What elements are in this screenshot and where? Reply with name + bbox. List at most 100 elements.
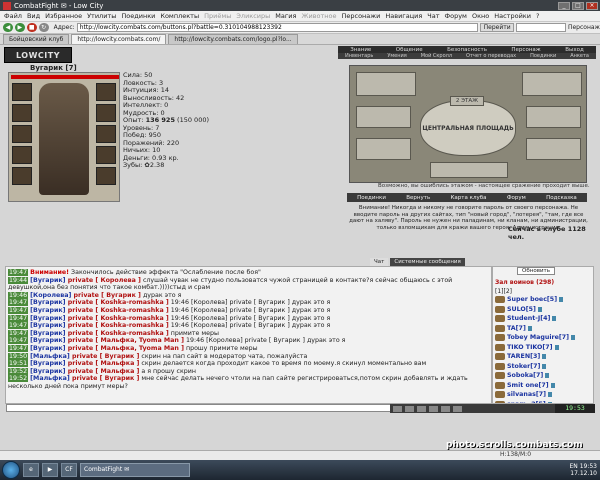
browser-tab[interactable]: http://lowcity.combats.com/logo.pl?lo...	[168, 34, 298, 44]
boots-slot[interactable]	[96, 167, 116, 185]
map-button[interactable]: Карта клуба	[451, 195, 487, 201]
menu-item[interactable]: Форум	[445, 12, 467, 20]
subnav-item[interactable]: Инвентарь	[345, 53, 373, 59]
combat-icon[interactable]: CF	[61, 463, 77, 477]
chat-private-target[interactable]: private [ Королева ]	[66, 277, 141, 284]
user-info-icon[interactable]	[552, 316, 557, 322]
chat-nick[interactable]: [Вугарик]	[30, 368, 65, 375]
user-name[interactable]: Super boec[5]	[507, 296, 557, 303]
map-button[interactable]: Форум	[507, 195, 526, 201]
menu-item[interactable]: Избранное	[45, 12, 82, 20]
chat-private-target[interactable]: private [ Koshka-romashka ]	[66, 322, 169, 329]
refresh-chat-icon[interactable]	[453, 405, 462, 412]
menu-item[interactable]: Окно	[472, 12, 489, 20]
map-floor-2[interactable]: 2 ЭТАЖ	[450, 96, 484, 106]
topnav-item[interactable]: Знание	[350, 47, 371, 53]
chat-input[interactable]	[6, 404, 406, 412]
chat-private-target[interactable]: private [ Мальфка ]	[66, 360, 140, 367]
clear-icon[interactable]	[429, 405, 438, 412]
send-icon[interactable]	[441, 405, 450, 412]
chat-private-target[interactable]: private [ Мальфка, Tyoma Man ]	[66, 345, 184, 352]
smile-icon[interactable]	[393, 405, 402, 412]
menu-item[interactable]: Поединки	[121, 12, 155, 20]
topnav-item[interactable]: Выход	[565, 47, 584, 53]
weapon-slot[interactable]	[12, 125, 32, 143]
user-name[interactable]: TIKO TIKO[7]	[507, 344, 553, 351]
refresh-icon[interactable]: ↻	[38, 23, 49, 32]
chat-nick[interactable]: [Вугарик]	[30, 299, 65, 306]
chat-nick[interactable]: [Мальфка]	[30, 353, 70, 360]
browser-tab[interactable]: http://lowcity.combats.com/	[71, 34, 167, 44]
user-name[interactable]: SULO[5]	[507, 306, 536, 313]
menu-item[interactable]: Приёмы	[204, 12, 231, 20]
user-name[interactable]: TAREN[3]	[507, 353, 540, 360]
maximize-button[interactable]: □	[572, 1, 584, 10]
chat-private-target[interactable]: private [ Koshka-romashka ]	[66, 299, 169, 306]
browser-tab[interactable]: Бойцовский клуб	[3, 34, 70, 44]
chat-private-target[interactable]: private [ Вугарик ]	[70, 375, 139, 382]
chat-nick[interactable]: [Королева]	[30, 292, 71, 299]
filter-icon[interactable]	[405, 405, 414, 412]
topnav-item[interactable]: Безопасность	[447, 47, 487, 53]
chat-log[interactable]: 19:47 Внимание! Закончилось действие эфф…	[5, 266, 492, 404]
amulet-slot[interactable]	[12, 104, 32, 122]
menu-item[interactable]: Магия	[275, 12, 296, 20]
chat-private-target[interactable]: private [ Вугарик ]	[70, 353, 139, 360]
url-input[interactable]	[76, 23, 479, 32]
map-room[interactable]	[356, 138, 411, 160]
user-info-icon[interactable]	[537, 306, 542, 312]
user-name[interactable]: silvanas[7]	[507, 391, 546, 398]
list-item[interactable]: Soboka[7]	[495, 371, 591, 381]
user-info-icon[interactable]	[545, 373, 550, 379]
chat-private-target[interactable]: private [ Koshka-romashka ]	[66, 315, 169, 322]
shield-slot[interactable]	[96, 125, 116, 143]
chat-tab[interactable]: Системные сообщения	[390, 258, 465, 266]
list-item[interactable]: Tobey Maguire[7]	[495, 333, 591, 343]
topnav-item[interactable]: Общение	[396, 47, 423, 53]
user-name[interactable]: Student-J[4]	[507, 315, 550, 322]
map-central-plaza[interactable]: ЦЕНТРАЛЬНАЯ ПЛОЩАДЬ	[420, 100, 516, 156]
map-button[interactable]: Подсказка	[546, 195, 577, 201]
media-icon[interactable]: ▶	[42, 463, 58, 477]
earring-slot[interactable]	[96, 83, 116, 101]
subnav-item[interactable]: Анкета	[570, 53, 589, 59]
chat-tab[interactable]: Чат	[370, 258, 389, 266]
chat-private-target[interactable]: private [ Мальфка, Tyoma Man ]	[66, 337, 184, 344]
list-item[interactable]: SULO[5]	[495, 305, 591, 315]
lang-indicator[interactable]: EN	[570, 463, 578, 470]
menu-item[interactable]: Животное	[301, 12, 336, 20]
chat-nick[interactable]: [Вугарик]	[30, 360, 65, 367]
menu-item[interactable]: Персонажи	[341, 12, 380, 20]
chat-nick[interactable]: [Вугарик]	[30, 315, 65, 322]
menu-item[interactable]: Комплекты	[160, 12, 199, 20]
chat-private-target[interactable]: private [ Koshka-romashka ]	[66, 330, 169, 337]
chat-private-target[interactable]: private [ Вугарик ]	[71, 292, 141, 299]
map-room[interactable]	[430, 162, 508, 178]
list-item[interactable]: silvanas[7]	[495, 390, 591, 400]
map-button[interactable]: Вернуть	[406, 195, 430, 201]
subnav-item[interactable]: Поединки	[530, 53, 556, 59]
chat-nick[interactable]: [Вугарик]	[30, 330, 65, 337]
subnav-item[interactable]: Отчет о переводах	[466, 53, 516, 59]
start-button[interactable]	[2, 461, 20, 479]
map-room[interactable]	[526, 106, 581, 128]
settings-icon[interactable]	[417, 405, 426, 412]
user-pages[interactable]: [1][2]	[495, 288, 591, 295]
user-name[interactable]: Soboka[7]	[507, 372, 543, 379]
menu-item[interactable]: Навигация	[385, 12, 422, 20]
forward-icon[interactable]: ▶	[14, 23, 25, 32]
user-info-icon[interactable]	[571, 335, 576, 341]
subnav-item[interactable]: Мой Скролл	[421, 53, 452, 59]
menu-item[interactable]: Файл	[4, 12, 22, 20]
chat-nick[interactable]: [Мальфка]	[30, 375, 70, 382]
list-item[interactable]: Super boec[5]	[495, 295, 591, 305]
list-item[interactable]: TIKO TIKO[7]	[495, 343, 591, 353]
user-name[interactable]: Smit one[7]	[507, 382, 549, 389]
user-info-icon[interactable]	[550, 382, 555, 388]
user-info-icon[interactable]	[542, 363, 547, 369]
chat-nick[interactable]: [Вугарик]	[30, 277, 65, 284]
ring-slot[interactable]	[96, 146, 116, 164]
user-info-icon[interactable]	[542, 354, 547, 360]
search-input[interactable]	[515, 23, 566, 32]
chat-nick[interactable]: [Вугарик]	[30, 322, 65, 329]
